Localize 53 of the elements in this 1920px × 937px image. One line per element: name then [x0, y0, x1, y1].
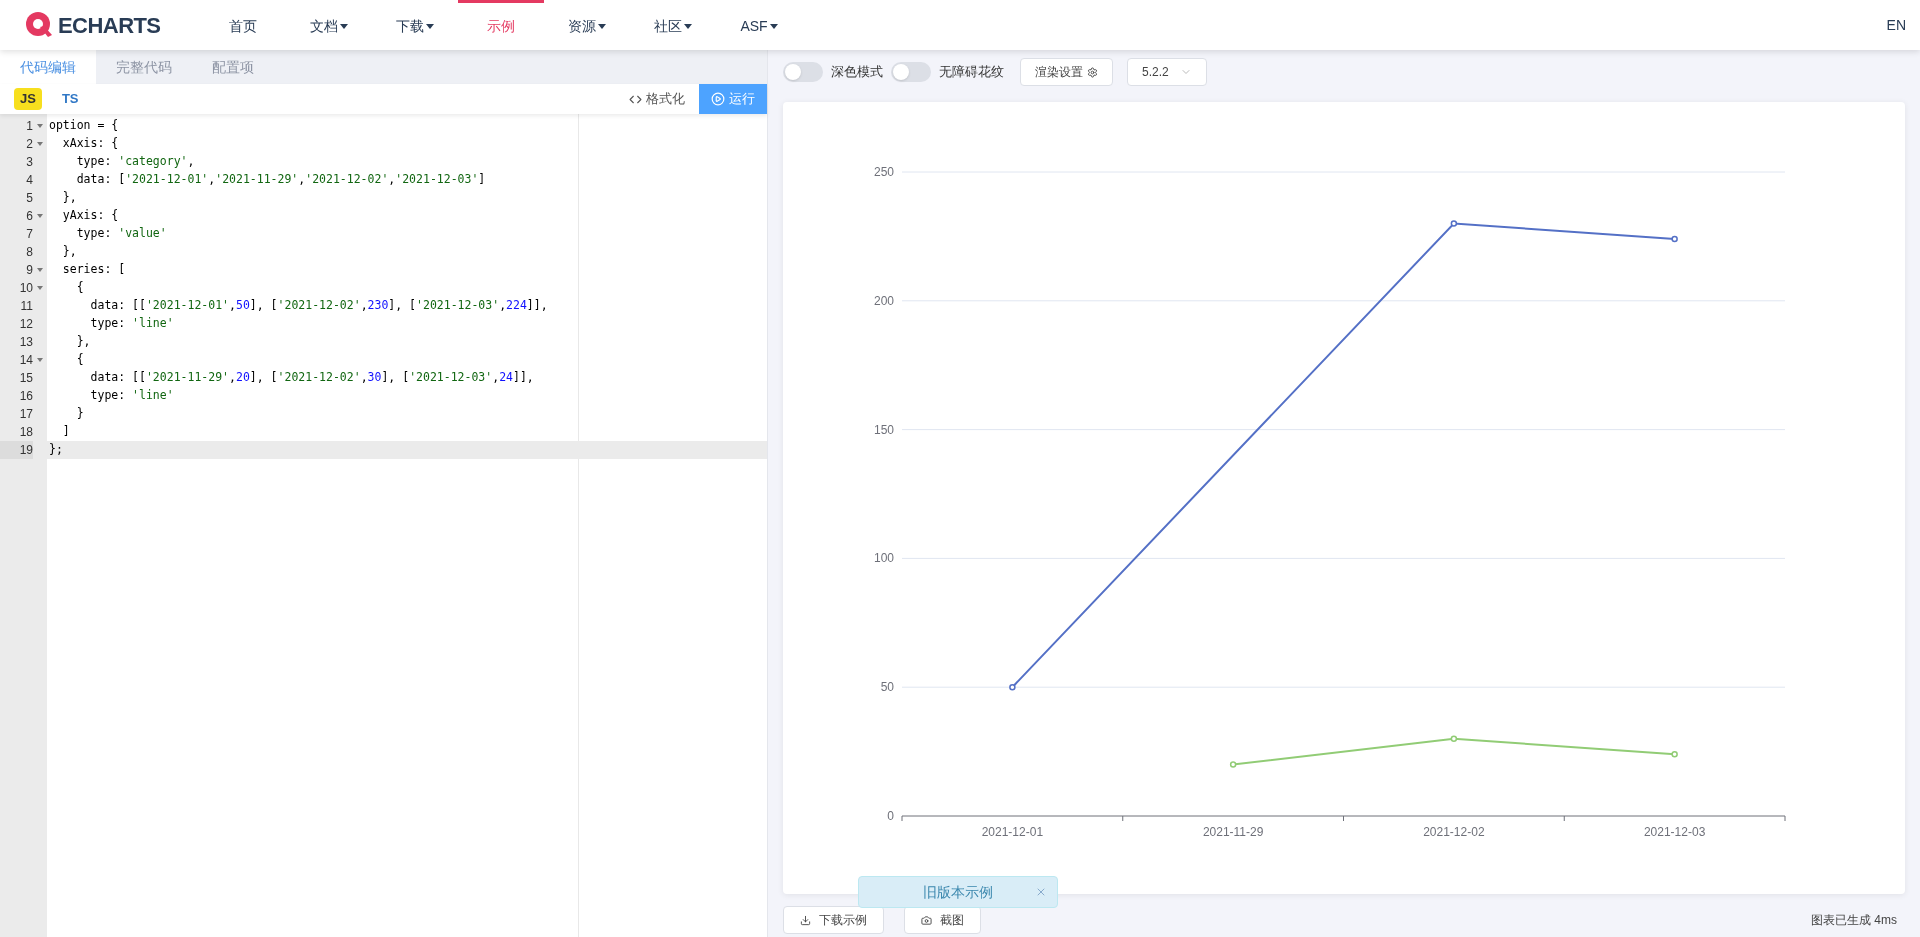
line-number: 5: [25, 190, 33, 207]
line-number: 9: [25, 262, 33, 279]
code-line: ]: [61, 423, 70, 441]
logo-text: ECHARTS: [58, 11, 161, 40]
status-text: 图表已生成 4ms: [1811, 912, 1897, 929]
y-axis-label: 0: [887, 809, 894, 823]
line-number: 10: [18, 280, 33, 297]
code-line: type: 'category',: [75, 153, 195, 171]
code-line: type: 'line': [89, 315, 174, 333]
toggle-label: 无障碍花纹: [939, 63, 1004, 82]
code-line: xAxis: {: [61, 135, 119, 153]
code-line: {: [75, 351, 84, 369]
code-line: yAxis: {: [61, 207, 119, 225]
x-axis-label: 2021-12-01: [981, 825, 1044, 839]
code-line: }: [75, 405, 84, 423]
line-number: 18: [18, 424, 33, 441]
line-number: 16: [18, 388, 33, 405]
line-number: 8: [25, 244, 33, 261]
toast-text: 旧版本示例: [923, 882, 993, 902]
y-axis-label: 50: [880, 680, 894, 695]
y-axis-label: 200: [873, 293, 894, 308]
line-number: 13: [18, 334, 33, 351]
code-line: type: 'value': [75, 225, 167, 243]
code-line: {: [75, 279, 84, 297]
line-number: 14: [18, 352, 33, 369]
code-line: data: ['2021-12-01','2021-11-29','2021-12-02','2021-12-03']: [75, 171, 486, 189]
code-line: series: [: [61, 261, 126, 279]
x-axis-label: 2021-12-02: [1423, 825, 1485, 839]
line-number: 4: [25, 172, 33, 189]
code-line: data: [['2021-11-29',20], ['2021-12-02',30], ['2021-12-03',24]],: [89, 369, 534, 387]
y-axis-label: 150: [873, 422, 894, 437]
y-axis-label: 250: [873, 165, 894, 179]
x-axis-label: 2021-11-29: [1202, 825, 1264, 839]
line-number: 3: [25, 154, 33, 171]
line-number: 11: [19, 298, 33, 315]
code-line: },: [75, 333, 91, 351]
line-number: 1: [25, 118, 33, 135]
line-number: 6: [25, 208, 33, 225]
toggle-label: 深色模式: [831, 63, 883, 82]
line-number: 2: [25, 136, 33, 153]
y-axis-label: 100: [873, 551, 894, 566]
code-line: };: [49, 441, 63, 459]
line-number: 19: [0, 441, 33, 459]
line-number: 15: [18, 370, 33, 387]
code-line: data: [['2021-12-01',50], ['2021-12-02',230], ['2021-12-03',224]],: [89, 297, 548, 315]
line-number: 12: [18, 316, 33, 333]
code-line: },: [61, 189, 77, 207]
line-number: 7: [25, 226, 33, 243]
code-line: },: [61, 243, 77, 261]
line-number: 17: [18, 406, 33, 423]
x-axis-label: 2021-12-03: [1643, 825, 1706, 839]
code-line: type: 'line': [89, 387, 174, 405]
code-line: option = {: [49, 117, 119, 135]
